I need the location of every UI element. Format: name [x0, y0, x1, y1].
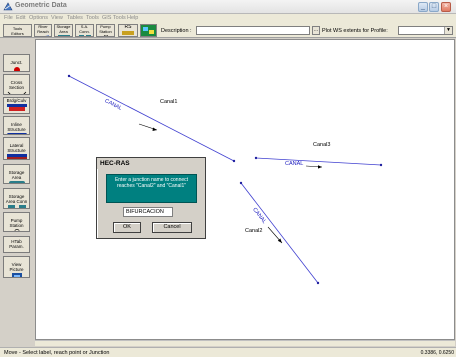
app-icon [3, 2, 13, 11]
status-bar: Move - Select label, reach point or Junc… [0, 347, 456, 357]
river-reach-button[interactable]: River Reach [34, 24, 52, 37]
junction-label: Junct. [10, 60, 23, 65]
inline-structure-icon [6, 133, 27, 134]
menu-tables[interactable]: Tables [67, 15, 83, 21]
description-label: Description : [161, 28, 192, 34]
pump-station-editor-icon [14, 229, 19, 231]
sa-conn-icon [78, 35, 91, 36]
pump-station-editor-label: Pump Station [9, 218, 24, 228]
storage-area-conn-icon [7, 205, 26, 208]
storage-area-editor-icon [8, 181, 25, 183]
gis-map-button[interactable] [140, 24, 157, 37]
bridge-culvert-label: Brdg/Culv [6, 98, 27, 103]
rs-button[interactable]: RS [118, 24, 138, 37]
browse-button[interactable]: ... [312, 26, 320, 35]
menu-help[interactable]: Help [127, 15, 138, 21]
junction-name-dialog: HEC-RAS Enter a junction name to connect… [96, 157, 206, 239]
pump-station-editor-button[interactable]: Pump Station [3, 212, 30, 232]
bridge-icon [6, 104, 27, 111]
pump-icon [103, 35, 108, 36]
reach-endpoint[interactable] [316, 281, 320, 285]
reach-icon [45, 35, 49, 36]
river-reach-label: River Reach [37, 24, 49, 34]
reach-endpoint[interactable] [379, 163, 383, 167]
flow-arrowhead-icon [152, 127, 157, 131]
menu-tools[interactable]: Tools [86, 15, 99, 21]
status-message: Move - Select label, reach point or Junc… [4, 350, 110, 356]
editor-panel: Junct. Cross Section Brdg/Culv Inline St… [0, 38, 32, 347]
storage-area-conn-label: Storage Area Conn [5, 194, 28, 204]
picture-icon [11, 273, 22, 277]
junction-dot-icon [13, 67, 20, 71]
storage-area-icon [57, 35, 70, 36]
view-picture-label: View Picture [9, 262, 24, 272]
menu-edit[interactable]: Edit [16, 15, 25, 21]
storage-area-conn-button[interactable]: Storage Area Conn [3, 188, 30, 209]
sa-conn-label: S.A. Conn. [79, 24, 90, 34]
flow-arrowhead-icon [318, 165, 322, 169]
profile-select[interactable]: ▼ [398, 26, 453, 35]
dialog-title: HEC-RAS [97, 158, 205, 169]
title-bar: Geometric Data _ □ × [0, 0, 456, 14]
cross-section-label: Cross Section [8, 80, 24, 90]
minimize-button[interactable]: _ [418, 2, 428, 12]
cross-section-button[interactable]: Cross Section [3, 74, 30, 95]
close-button[interactable]: × [441, 2, 451, 12]
menu-bar: File Edit Options View Tables Tools GIS … [0, 14, 456, 23]
reach-label-canal1[interactable]: Canal1 [160, 99, 177, 105]
river-label-3[interactable]: CANAL [285, 161, 303, 167]
htab-param-button[interactable]: HTab Param. [3, 236, 30, 253]
inline-structure-button[interactable]: Inline Structure [3, 116, 30, 135]
rs-label: RS [124, 24, 132, 30]
menu-gis-tools[interactable]: GIS Tools [102, 15, 126, 21]
lateral-structure-button[interactable]: Lateral Structure [3, 137, 30, 160]
plot-ws-label: Plot WS extents for Profile: [322, 28, 388, 34]
menu-file[interactable]: File [4, 15, 13, 21]
menu-options[interactable]: Options [29, 15, 48, 21]
junction-name-input[interactable]: BIFURCACION [123, 207, 173, 217]
storage-area-label: Storage Area [56, 24, 71, 34]
view-picture-button[interactable]: View Picture [3, 256, 30, 278]
lateral-structure-label: Lateral Structure [7, 143, 26, 153]
reach-endpoint[interactable] [67, 74, 71, 78]
pump-station-label: Pump Station [99, 24, 112, 34]
storage-area-button[interactable]: Storage Area [54, 24, 73, 37]
cancel-button[interactable]: Cancel [152, 222, 192, 233]
dialog-message: Enter a junction name to connect reaches… [106, 174, 197, 203]
menu-view[interactable]: View [51, 15, 63, 21]
horizontal-scrollbar[interactable] [35, 340, 455, 346]
reach-endpoint[interactable] [239, 181, 243, 185]
maximize-button[interactable]: □ [429, 2, 439, 12]
description-field[interactable] [196, 26, 310, 35]
geometric-data-window: Geometric Data _ □ × File Edit Options V… [0, 0, 456, 357]
ok-button[interactable]: OK [113, 222, 141, 233]
window-title: Geometric Data [15, 2, 67, 9]
junction-button[interactable]: Junct. [3, 54, 30, 72]
reach-label-canal2[interactable]: Canal2 [245, 228, 262, 234]
inline-structure-label: Inline Structure [7, 122, 26, 132]
reach-endpoint[interactable] [232, 159, 236, 163]
reach-label-canal3[interactable]: Canal3 [313, 142, 330, 148]
lateral-structure-icon [6, 154, 27, 159]
pump-station-button[interactable]: Pump Station [96, 24, 115, 37]
bridge-culvert-button[interactable]: Brdg/Culv [3, 97, 30, 114]
reach-line-canal1[interactable] [68, 75, 235, 162]
sa-conn-button[interactable]: S.A. Conn. [75, 24, 94, 37]
rs-icon [122, 30, 134, 35]
reach-endpoint[interactable] [254, 156, 258, 160]
map-icon [141, 25, 156, 36]
chevron-down-icon[interactable]: ▼ [444, 27, 452, 34]
storage-area-editor-button[interactable]: Storage Area [3, 164, 30, 184]
reach-line-canal3[interactable] [255, 157, 382, 166]
storage-area-editor-label: Storage Area [8, 170, 25, 180]
cross-section-icon [7, 91, 26, 94]
cursor-coordinates: 0.3386, 0.6250 [420, 350, 454, 356]
tools-editors-button[interactable]: Tools Editors [3, 24, 32, 37]
